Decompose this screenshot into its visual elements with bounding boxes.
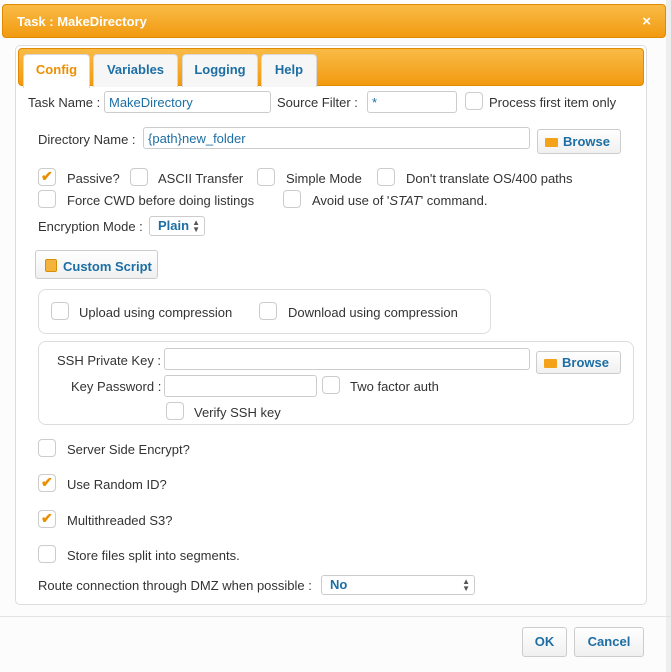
folder-icon [544,359,557,368]
encryption-mode-value: Plain [158,218,190,233]
checkmark-icon: ✔ [41,168,53,184]
split-segments-checkbox[interactable] [38,545,56,563]
folder-icon [545,138,558,147]
dmz-select[interactable]: No ▲ ▼ [321,575,475,595]
task-dialog: Task : MakeDirectory × Config Variables … [0,0,671,672]
verify-ssh-checkbox[interactable] [166,402,184,420]
avoid-stat-prefix: Avoid use of ' [312,193,390,208]
close-icon[interactable]: × [642,13,651,30]
source-filter-label: Source Filter : [277,95,358,110]
avoid-stat-label: Avoid use of 'STAT' command. [312,193,488,208]
two-factor-checkbox[interactable] [322,376,340,394]
tab-config[interactable]: Config [23,54,90,88]
background-strip [666,0,671,672]
cancel-button[interactable]: Cancel [574,627,644,657]
directory-browse-label: Browse [563,134,610,149]
select-arrows-icon: ▲ ▼ [192,218,200,234]
simple-mode-label: Simple Mode [286,171,362,186]
custom-script-label: Custom Script [63,259,152,274]
checkmark-icon: ✔ [41,474,53,490]
select-arrows-icon: ▲ ▼ [462,577,470,593]
random-id-label: Use Random ID? [67,477,167,492]
ascii-transfer-label: ASCII Transfer [158,171,244,186]
server-side-encrypt-checkbox[interactable] [38,439,56,457]
force-cwd-label: Force CWD before doing listings [67,193,255,208]
encryption-mode-label: Encryption Mode : [38,219,143,234]
avoid-stat-suffix: ' command. [420,193,488,208]
custom-script-button[interactable]: Custom Script [35,250,158,279]
passive-label: Passive? [67,171,120,186]
ssh-browse-button[interactable]: Browse [536,351,621,374]
task-name-label: Task Name : [28,95,101,110]
tab-bar: Config Variables Logging Help [18,48,644,88]
verify-ssh-label: Verify SSH key [194,405,281,420]
os400-label: Don't translate OS/400 paths [406,171,573,186]
directory-browse-button[interactable]: Browse [537,129,621,154]
upload-compression-checkbox[interactable] [51,302,69,320]
force-cwd-checkbox[interactable] [38,190,56,208]
task-name-input[interactable] [104,91,271,113]
process-first-checkbox[interactable] [465,92,483,110]
directory-name-label: Directory Name : [38,132,136,147]
key-password-input[interactable] [164,375,317,397]
directory-name-input[interactable] [143,127,530,149]
process-first-label: Process first item only [489,95,617,110]
ssh-browse-label: Browse [562,355,609,370]
upload-compression-label: Upload using compression [79,305,233,320]
title-bar[interactable]: Task : MakeDirectory × [2,4,666,38]
ssh-private-key-input[interactable] [164,348,530,370]
download-compression-label: Download using compression [288,305,458,320]
server-side-encrypt-label: Server Side Encrypt? [67,442,190,457]
split-segments-label: Store files split into segments. [67,548,240,563]
multithreaded-s3-checkbox[interactable]: ✔ [38,510,56,528]
ssh-private-key-label: SSH Private Key : [57,353,162,368]
multithreaded-s3-label: Multithreaded S3? [67,513,173,528]
ascii-transfer-checkbox[interactable] [130,168,148,186]
ok-button[interactable]: OK [522,627,567,657]
avoid-stat-checkbox[interactable] [283,190,301,208]
checkmark-icon: ✔ [41,510,53,526]
footer-divider [0,616,671,617]
script-icon [45,259,57,272]
dmz-label: Route connection through DMZ when possib… [38,578,312,593]
simple-mode-checkbox[interactable] [257,168,275,186]
dialog-title: Task : MakeDirectory [17,14,147,29]
download-compression-checkbox[interactable] [259,302,277,320]
passive-checkbox[interactable]: ✔ [38,168,56,186]
tab-logging[interactable]: Logging [182,54,258,87]
os400-checkbox[interactable] [377,168,395,186]
tab-variables[interactable]: Variables [93,54,178,87]
avoid-stat-command: STAT [389,193,421,208]
encryption-mode-select[interactable]: Plain ▲ ▼ [149,216,205,236]
tab-help[interactable]: Help [261,54,317,87]
source-filter-input[interactable] [367,91,457,113]
random-id-checkbox[interactable]: ✔ [38,474,56,492]
two-factor-label: Two factor auth [350,379,439,394]
dmz-value: No [330,577,348,592]
key-password-label: Key Password : [71,379,162,394]
